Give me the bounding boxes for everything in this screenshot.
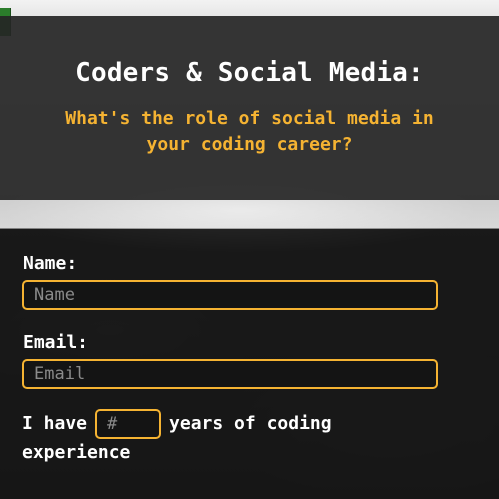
name-input[interactable] (22, 280, 438, 310)
experience-prefix: I have (22, 413, 88, 434)
name-label: Name: (23, 253, 78, 274)
page-title: Coders & Social Media: (75, 58, 424, 88)
page-subtitle: What's the role of social media in your … (65, 108, 434, 155)
header-panel: Coders & Social Media: What's the role o… (0, 16, 499, 200)
years-experience-input[interactable] (95, 409, 162, 439)
survey-form: Name: Email: I haveyears of coding exper… (0, 229, 499, 499)
experience-row: I haveyears of coding experience (22, 409, 372, 467)
email-label: Email: (23, 332, 89, 353)
email-input[interactable] (22, 359, 438, 389)
